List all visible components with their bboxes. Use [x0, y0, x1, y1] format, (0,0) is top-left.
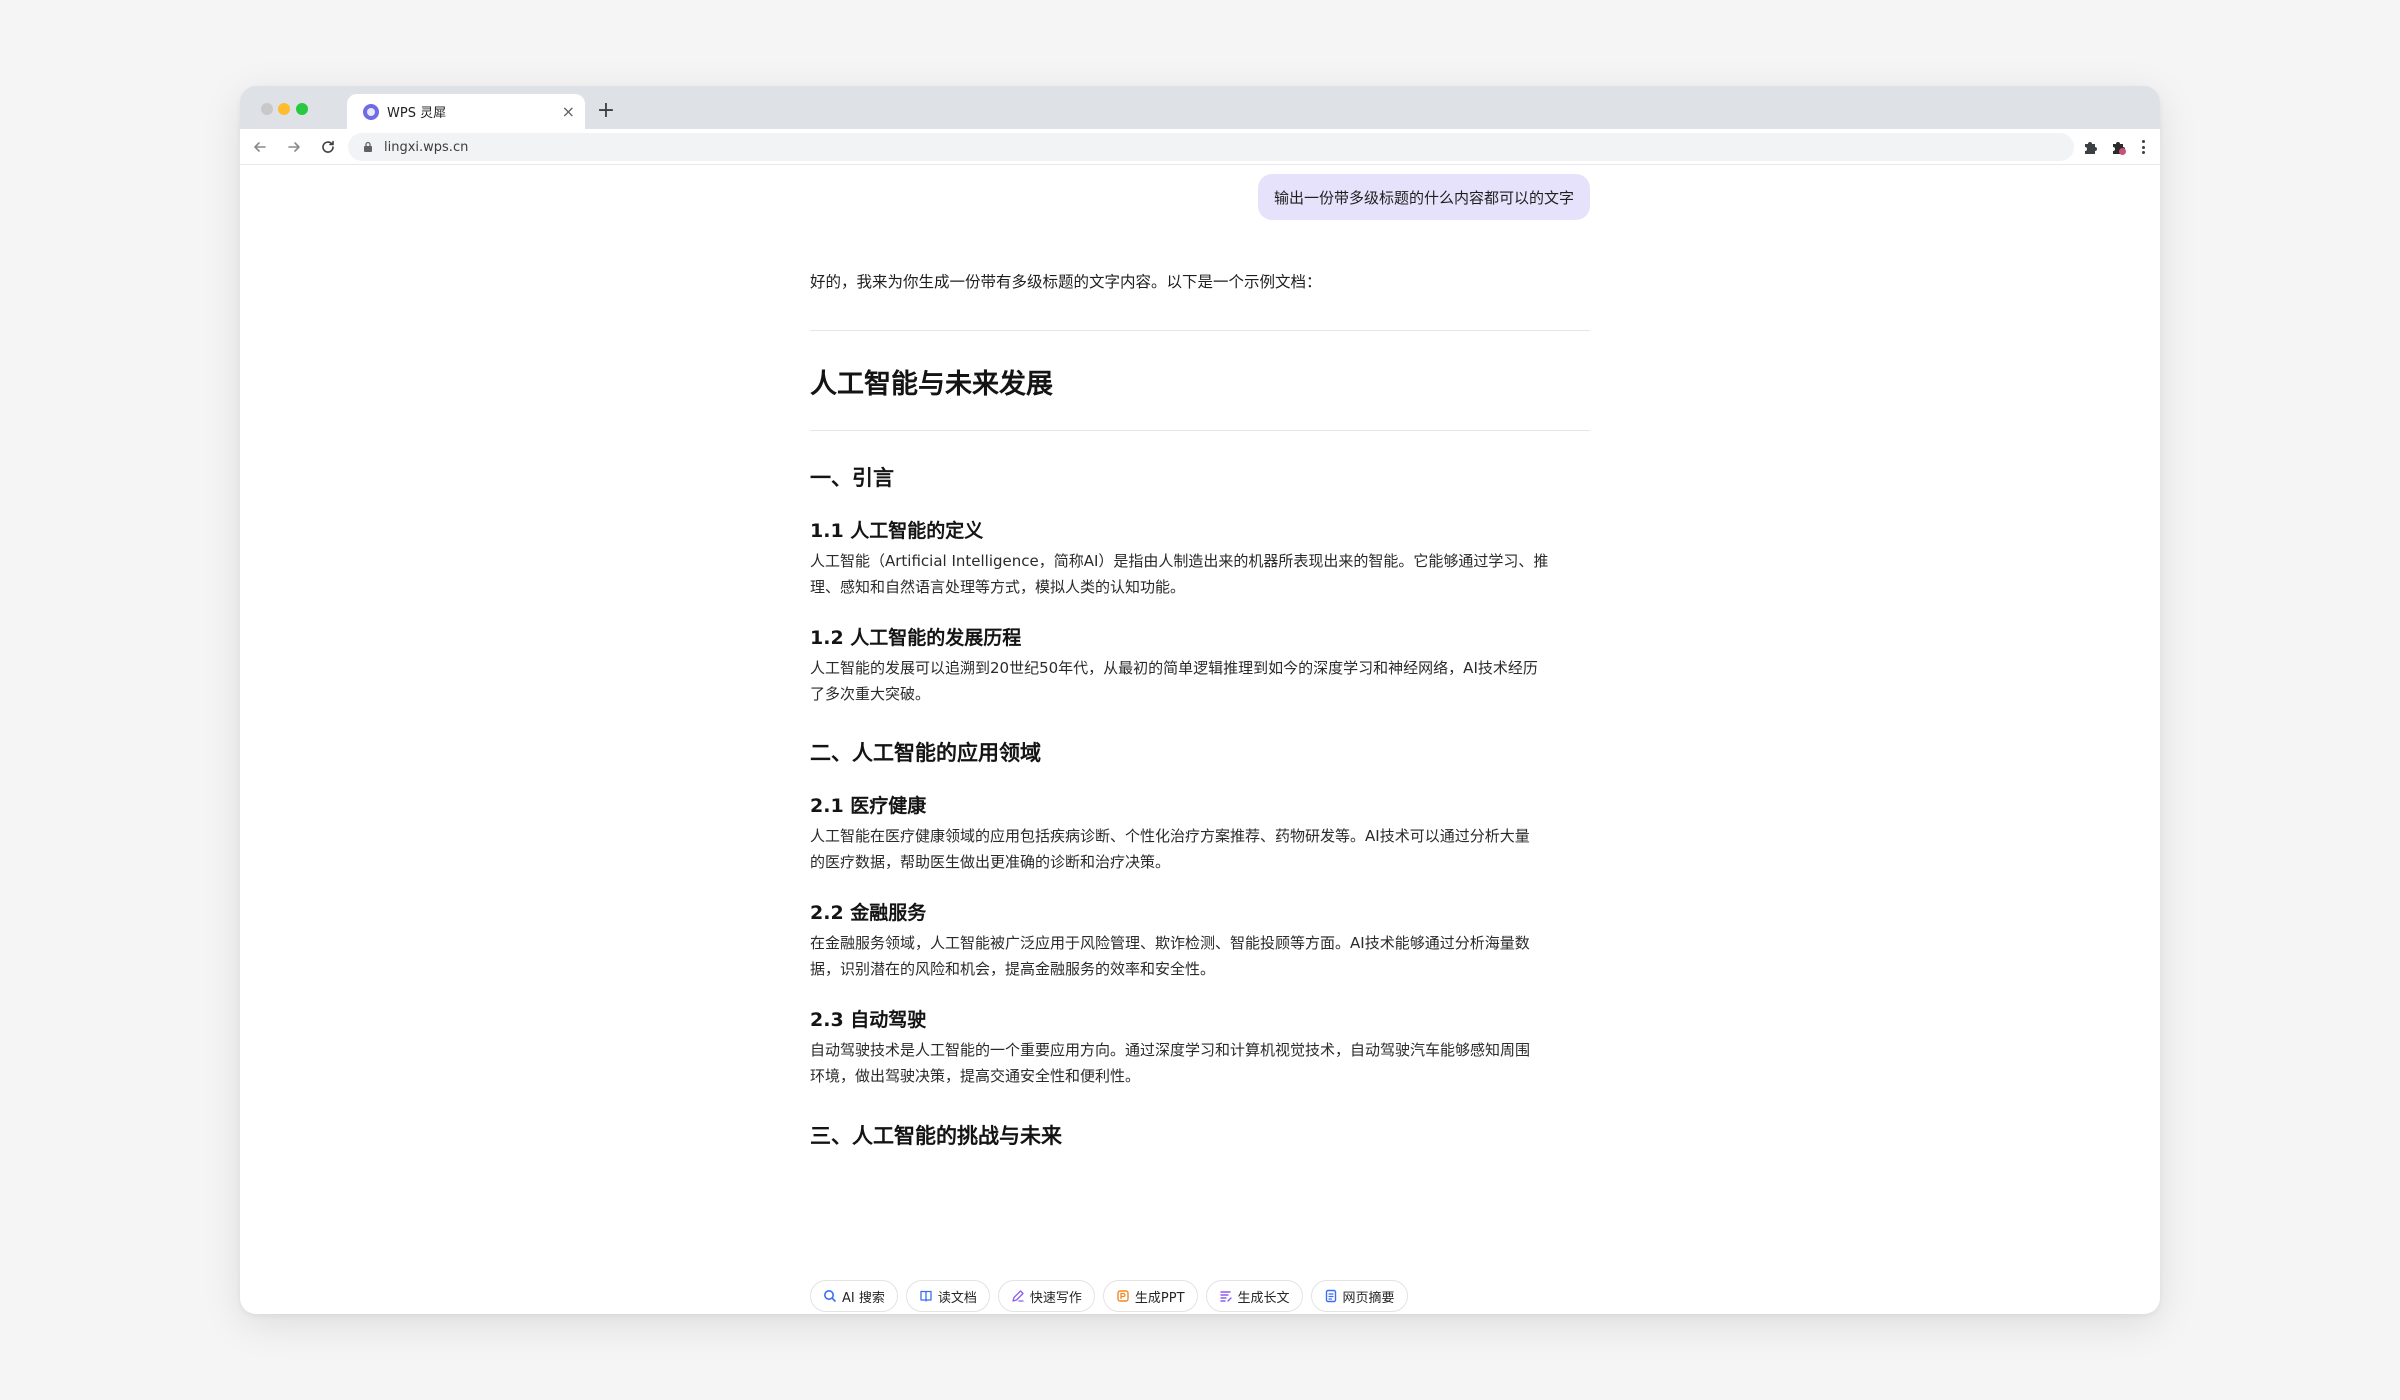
paragraph-line: 人工智能的发展可以追溯到20世纪50年代，从最初的简单逻辑推理到如今的深度学习和…	[810, 659, 1538, 677]
window-close-button[interactable]	[261, 103, 273, 115]
browser-window: WPS 灵犀 × + lingxi.wps.cn 输出一份带多级标题的什么内容都…	[240, 86, 2160, 1314]
extensions-puzzle-icon[interactable]	[2082, 138, 2100, 156]
skill-ai-search-button[interactable]: AI 搜索	[810, 1280, 898, 1312]
search-icon	[824, 1290, 836, 1302]
reload-icon	[322, 140, 334, 153]
pen-icon	[1012, 1290, 1024, 1302]
subsection-heading: 2.2 金融服务	[810, 902, 927, 924]
window-minimize-button[interactable]	[278, 103, 290, 115]
divider	[810, 430, 1590, 431]
address-bar[interactable]: lingxi.wps.cn	[348, 133, 2074, 161]
browser-toolbar: lingxi.wps.cn	[240, 129, 2160, 165]
chip-label: 生成PPT	[1134, 1290, 1185, 1306]
chat-area: 输出一份带多级标题的什么内容都可以的文字 好的，我来为你生成一份带有多级标题的文…	[240, 166, 2160, 1314]
divider	[810, 330, 1590, 331]
subsection-heading: 1.1 人工智能的定义	[810, 520, 984, 542]
paragraph: 人工智能（Artificial Intelligence，简称AI）是指由人制造…	[810, 548, 1590, 600]
chip-label: 读文档	[937, 1290, 977, 1306]
longtext-icon	[1219, 1291, 1232, 1302]
paragraph-line: 环境，做出驾驶决策，提高交通安全性和便利性。	[810, 1067, 1141, 1085]
paragraph-line: 理、感知和自然语言处理等方式，模拟人类的认知功能。	[810, 578, 1186, 596]
tab-title: WPS 灵犀	[387, 106, 447, 121]
paragraph-line: 人工智能（Artificial Intelligence，简称AI）是指由人制造…	[810, 552, 1549, 570]
chip-label: 生成长文	[1237, 1290, 1290, 1306]
window-maximize-button[interactable]	[296, 103, 308, 115]
lock-icon	[364, 141, 372, 152]
paragraph: 自动驾驶技术是人工智能的一个重要应用方向。通过深度学习和计算机视觉技术，自动驾驶…	[810, 1037, 1590, 1089]
chip-label: AI 搜索	[842, 1290, 885, 1306]
ppt-icon	[1117, 1290, 1129, 1302]
skill-web-summary-button[interactable]: 网页摘要	[1310, 1280, 1408, 1312]
paragraph-line: 了多次重大突破。	[810, 685, 931, 703]
url-text: lingxi.wps.cn	[384, 139, 469, 155]
paragraph: 人工智能在医疗健康领域的应用包括疾病诊断、个性化治疗方案推荐、药物研发等。AI技…	[810, 823, 1590, 875]
skill-read-doc-button[interactable]: 读文档	[905, 1280, 990, 1312]
doc-icon	[1325, 1289, 1336, 1303]
document-title: 人工智能与未来发展	[810, 369, 1053, 400]
paragraph-line: 的医疗数据，帮助医生做出更准确的诊断和治疗决策。	[810, 853, 1171, 871]
skill-quick-write-button[interactable]: 快速写作	[997, 1280, 1095, 1312]
tab-close-icon[interactable]: ×	[562, 103, 575, 120]
back-button[interactable]	[248, 135, 272, 159]
tab-strip: WPS 灵犀 × +	[240, 86, 2160, 129]
profile-extension-icon[interactable]	[2110, 138, 2128, 156]
chip-label: 网页摘要	[1342, 1290, 1395, 1306]
new-tab-button[interactable]: +	[592, 96, 620, 124]
chip-label: 快速写作	[1029, 1290, 1082, 1306]
skill-chips: AI 搜索 读文档 快速写作 生成PPT 生成长文 网页摘要	[810, 1280, 1408, 1312]
browser-menu-button[interactable]	[2136, 137, 2150, 157]
skill-long-text-button[interactable]: 生成长文	[1205, 1280, 1303, 1312]
section-heading: 三、人工智能的挑战与未来	[810, 1124, 1062, 1148]
browser-tab[interactable]: WPS 灵犀 ×	[347, 94, 585, 129]
user-message-bubble: 输出一份带多级标题的什么内容都可以的文字	[1257, 174, 1590, 220]
reply-intro: 好的，我来为你生成一份带有多级标题的文字内容。以下是一个示例文档：	[810, 273, 1322, 291]
book-icon	[920, 1290, 932, 1302]
paragraph: 人工智能的发展可以追溯到20世纪50年代，从最初的简单逻辑推理到如今的深度学习和…	[810, 655, 1590, 707]
skill-generate-ppt-button[interactable]: 生成PPT	[1102, 1280, 1198, 1312]
reload-button[interactable]	[316, 135, 340, 159]
subsection-heading: 2.3 自动驾驶	[810, 1009, 927, 1031]
paragraph-line: 在金融服务领域，人工智能被广泛应用于风险管理、欺诈检测、智能投顾等方面。AI技术…	[810, 934, 1530, 952]
section-heading: 二、人工智能的应用领域	[810, 741, 1041, 765]
wps-lingxi-favicon-icon	[363, 103, 379, 120]
paragraph-line: 自动驾驶技术是人工智能的一个重要应用方向。通过深度学习和计算机视觉技术，自动驾驶…	[810, 1041, 1531, 1059]
section-heading: 一、引言	[810, 466, 894, 490]
paragraph: 在金融服务领域，人工智能被广泛应用于风险管理、欺诈检测、智能投顾等方面。AI技术…	[810, 930, 1590, 982]
forward-button[interactable]	[282, 135, 306, 159]
subsection-heading: 2.1 医疗健康	[810, 795, 927, 817]
subsection-heading: 1.2 人工智能的发展历程	[810, 627, 1022, 649]
arrow-left-icon	[254, 142, 266, 152]
arrow-right-icon	[288, 142, 300, 152]
paragraph-line: 人工智能在医疗健康领域的应用包括疾病诊断、个性化治疗方案推荐、药物研发等。AI技…	[810, 827, 1530, 845]
paragraph-line: 据，识别潜在的风险和机会，提高金融服务的效率和安全性。	[810, 960, 1216, 978]
